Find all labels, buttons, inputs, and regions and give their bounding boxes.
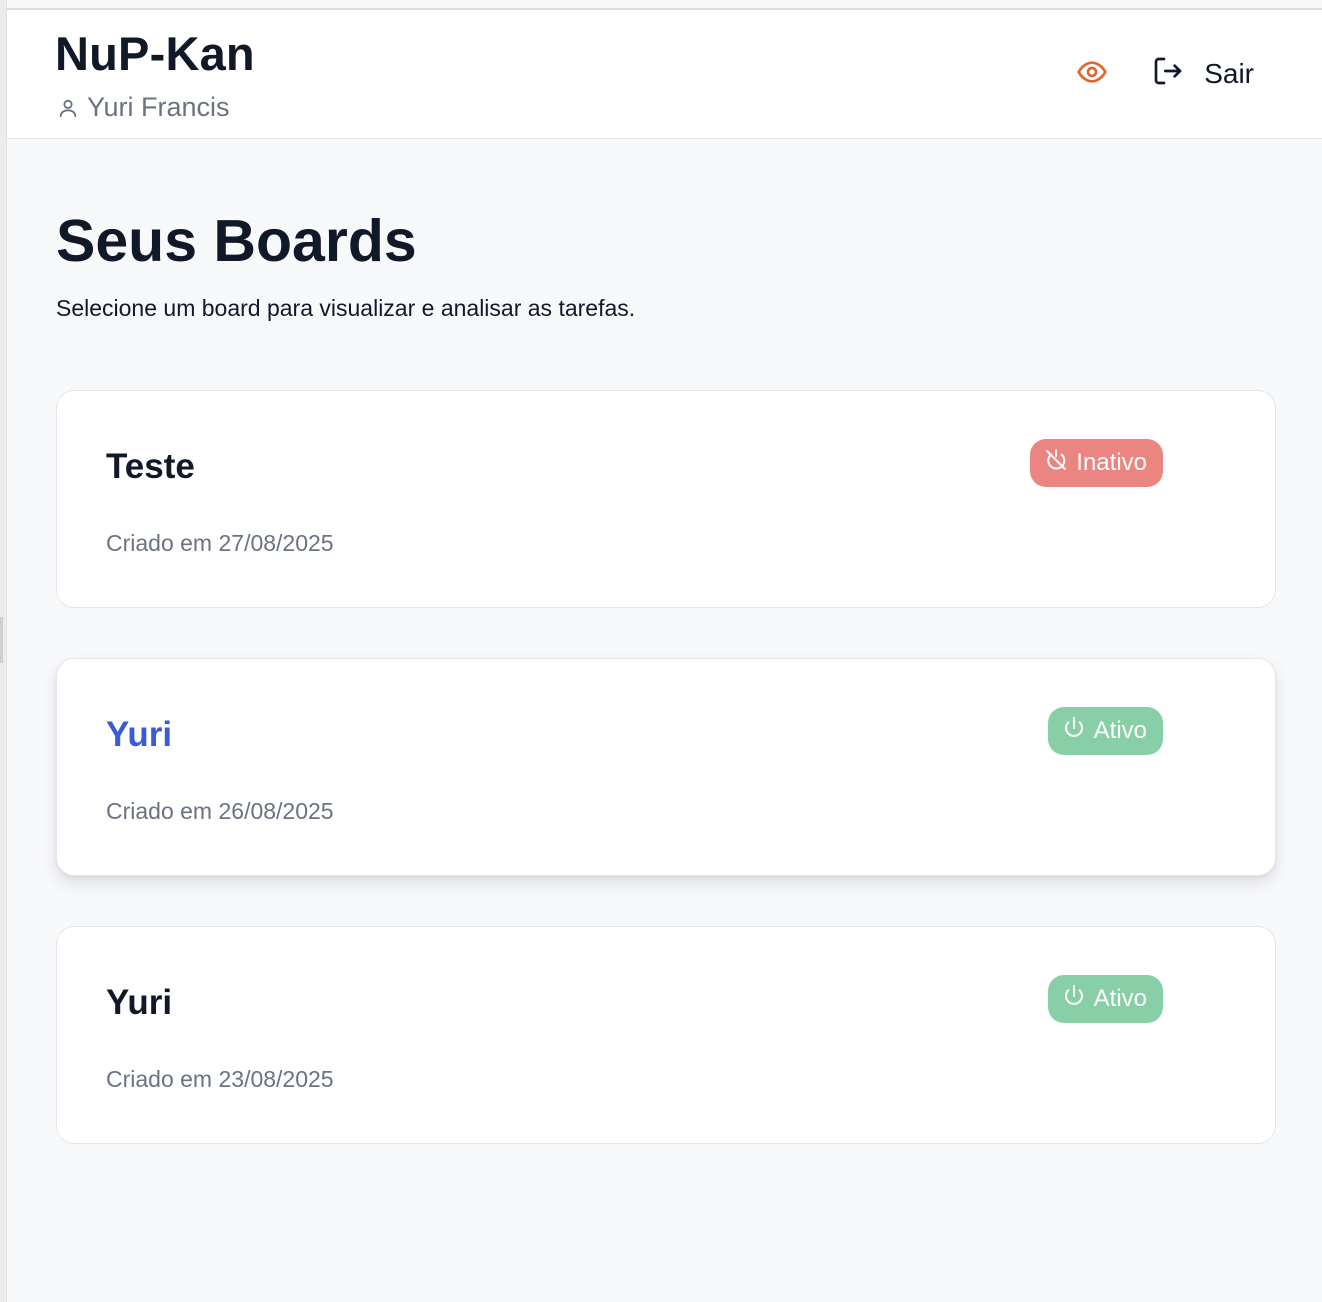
power-off-icon [1044, 448, 1068, 479]
board-created-date: Criado em 26/08/2025 [106, 798, 334, 824]
status-badge-active: Ativo [1047, 975, 1163, 1023]
status-badge-inactive: Inativo [1030, 439, 1163, 487]
current-user: Yuri Francis [57, 92, 230, 123]
power-icon [1062, 984, 1086, 1015]
status-label: Inativo [1076, 449, 1147, 476]
logout-icon [1152, 55, 1184, 94]
user-icon [57, 97, 79, 119]
board-created-date: Criado em 27/08/2025 [106, 530, 334, 556]
status-badge-active: Ativo [1047, 707, 1163, 755]
board-name: Yuri [106, 983, 173, 1022]
page-title: Seus Boards [56, 208, 417, 274]
page-subtitle: Selecione um board para visualizar e ana… [56, 295, 636, 321]
user-name: Yuri Francis [87, 92, 230, 122]
board-card[interactable]: Yuri Criado em 23/08/2025 Ativo [56, 926, 1276, 1144]
app-title: NuP-Kan [55, 27, 255, 80]
logout-button[interactable]: Sair [1152, 55, 1254, 94]
header-actions: Sair [1072, 54, 1254, 94]
board-card[interactable]: Yuri Criado em 26/08/2025 Ativo [56, 658, 1276, 876]
boards-page: Seus Boards Selecione um board para visu… [56, 139, 1276, 1144]
status-label: Ativo [1093, 985, 1147, 1012]
board-created-date: Criado em 23/08/2025 [106, 1066, 334, 1092]
app-header: NuP-Kan Yuri Francis Sair [7, 8, 1322, 139]
status-label: Ativo [1093, 717, 1147, 744]
board-list: Teste Criado em 27/08/2025 Inativo Yuri … [56, 390, 1276, 1144]
view-toggle-button[interactable] [1072, 54, 1112, 94]
board-card[interactable]: Teste Criado em 27/08/2025 Inativo [56, 390, 1276, 608]
logout-label: Sair [1204, 58, 1254, 89]
eye-icon [1076, 56, 1108, 93]
board-name: Teste [106, 447, 195, 486]
power-icon [1062, 716, 1086, 747]
board-name: Yuri [106, 715, 173, 754]
left-edge-handle[interactable] [0, 617, 3, 663]
